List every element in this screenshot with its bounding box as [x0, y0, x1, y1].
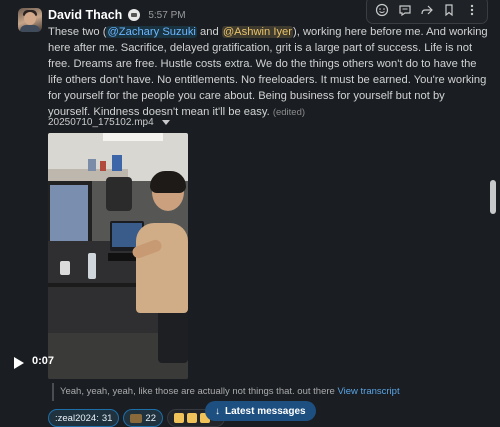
transcript-text: Yeah, yeah, yeah, like those are actuall… — [60, 386, 335, 397]
add-reaction-icon[interactable] — [373, 1, 391, 19]
reply-thread-icon[interactable] — [396, 1, 414, 19]
reaction-count: 31 — [101, 412, 113, 424]
reaction-zeal2024[interactable]: :zeal2024: 31 — [48, 409, 120, 427]
reactions-bar: :zeal2024: 31 22 8 — [48, 409, 226, 427]
reaction-computer[interactable]: 22 — [123, 409, 163, 427]
status-icon — [128, 9, 141, 21]
thumbs-up-emoji-icon — [187, 413, 197, 423]
computer-emoji-icon — [130, 413, 143, 423]
scrollbar-thumb[interactable] — [490, 180, 496, 214]
transcript-preview: Yeah, yeah, yeah, like those are actuall… — [52, 383, 400, 401]
bookmark-icon[interactable] — [440, 1, 458, 19]
message-text-part: and — [196, 26, 222, 38]
forward-icon[interactable] — [418, 1, 436, 19]
reaction-label: :zeal2024: — [55, 412, 99, 424]
reaction-count: 22 — [145, 412, 156, 424]
chevron-down-icon[interactable] — [161, 120, 170, 125]
play-icon[interactable] — [14, 357, 24, 369]
message-header: David Thach 5:57 PM — [48, 7, 186, 23]
thumbs-up-emoji-icon — [174, 413, 184, 423]
view-transcript-link[interactable]: View transcript — [337, 386, 399, 397]
avatar[interactable] — [18, 8, 42, 32]
message-text-part: ), working here before me. And working h… — [48, 26, 488, 118]
mention-zachary[interactable]: @Zachary Suzuki — [106, 26, 197, 38]
timestamp[interactable]: 5:57 PM — [148, 10, 185, 21]
author-name[interactable]: David Thach — [48, 8, 122, 22]
edited-label: (edited) — [272, 107, 306, 118]
attachment-filename[interactable]: 20250710_175102.mp4 — [48, 117, 154, 128]
video-player[interactable] — [48, 133, 188, 379]
message: David Thach 5:57 PM These two (@Zachary … — [0, 0, 500, 427]
message-actions-toolbar — [366, 0, 488, 24]
message-text-part: These two ( — [48, 26, 107, 38]
message-body: These two (@Zachary Suzuki and @Ashwin I… — [48, 24, 488, 121]
more-icon[interactable] — [463, 1, 481, 19]
latest-messages-label: Latest messages — [225, 405, 306, 417]
arrow-down-icon: ↓ — [215, 405, 220, 417]
mention-ashwin[interactable]: @Ashwin Iyer — [221, 26, 293, 38]
attachment-header[interactable]: 20250710_175102.mp4 — [48, 117, 170, 128]
latest-messages-button[interactable]: ↓ Latest messages — [205, 401, 316, 421]
video-duration: 0:07 — [32, 355, 55, 367]
